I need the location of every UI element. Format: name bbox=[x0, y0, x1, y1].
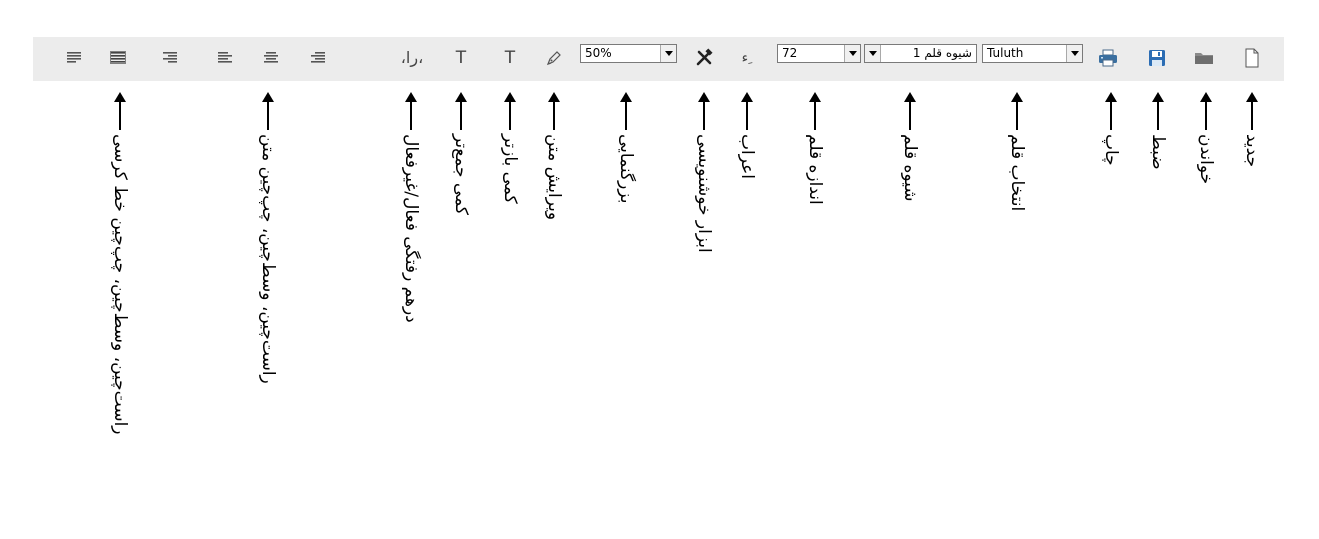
annotation-diacritics: اعراب bbox=[737, 90, 757, 179]
expand-icon: T bbox=[504, 47, 516, 68]
align-right-icon[interactable] bbox=[308, 42, 328, 74]
annotation-edit-text: ویرایش متن bbox=[544, 90, 564, 220]
compress-button[interactable]: T bbox=[450, 42, 472, 74]
compress-icon: T bbox=[455, 47, 467, 68]
annotation-label: چاپ bbox=[1101, 134, 1121, 166]
printer-icon bbox=[1099, 49, 1117, 67]
annotation-label: راست‌چین، وسط‌چین، چپ‌چین متن bbox=[258, 134, 278, 384]
annotation-calligraphy-tools: ابزار خوشنویسی bbox=[694, 90, 714, 253]
align-left-icon[interactable] bbox=[215, 42, 235, 74]
diacritics-glyph: ء ِ bbox=[741, 50, 753, 66]
annotation-label: اندازه قلم bbox=[805, 134, 825, 205]
save-icon bbox=[1149, 50, 1165, 66]
arrow-up-icon bbox=[455, 92, 467, 130]
arrow-up-icon bbox=[698, 92, 710, 130]
edit-text-button[interactable] bbox=[543, 42, 565, 74]
arrow-up-icon bbox=[262, 92, 274, 130]
annotation-size: اندازه قلم bbox=[805, 90, 825, 205]
align-justify-center-icon[interactable] bbox=[108, 42, 128, 74]
kashida-glyph: ،را، bbox=[400, 48, 424, 67]
font-select[interactable]: Tuluth bbox=[982, 44, 1083, 63]
align-justify-left-icon[interactable] bbox=[64, 42, 84, 74]
save-button[interactable] bbox=[1146, 42, 1168, 74]
annotation-print: چاپ bbox=[1101, 90, 1121, 166]
chevron-down-icon[interactable] bbox=[844, 45, 860, 62]
annotation-label: شیوه قلم bbox=[900, 134, 920, 202]
diacritics-button[interactable]: ء ِ bbox=[735, 42, 759, 74]
annotation-align-kashida: راست‌چین، وسط‌چین، چپ‌چین خط کرسی bbox=[110, 90, 130, 435]
arrow-up-icon bbox=[405, 92, 417, 130]
chevron-down-icon[interactable] bbox=[660, 45, 676, 62]
expand-button[interactable]: T bbox=[499, 42, 521, 74]
arrow-up-icon bbox=[620, 92, 632, 130]
calligraphy-tools-button[interactable] bbox=[692, 42, 716, 74]
arrow-up-icon bbox=[548, 92, 560, 130]
annotation-new: جدید bbox=[1242, 90, 1262, 167]
annotation-style: شیوه قلم bbox=[900, 90, 920, 202]
annotation-label: راست‌چین، وسط‌چین، چپ‌چین خط کرسی bbox=[110, 134, 130, 435]
annotation-kashida: درهم رفتگی فعال/غیرفعال bbox=[401, 90, 421, 323]
chevron-down-icon[interactable] bbox=[1066, 45, 1082, 62]
size-value: 72 bbox=[782, 46, 798, 60]
annotation-label: جدید bbox=[1242, 134, 1262, 168]
chevron-down-icon[interactable] bbox=[865, 45, 881, 62]
zoom-select[interactable]: 50% bbox=[580, 44, 677, 63]
zoom-value: 50% bbox=[585, 46, 612, 60]
annotation-save: ضبط bbox=[1148, 90, 1168, 170]
kashida-toggle-button[interactable]: ،را، bbox=[395, 42, 429, 74]
annotation-label: انتخاب قلم bbox=[1007, 134, 1027, 212]
annotation-label: ویرایش متن bbox=[544, 134, 564, 221]
arrow-up-icon bbox=[1105, 92, 1117, 130]
annotation-label: ضبط bbox=[1148, 134, 1168, 170]
annotation-label: ابزار خوشنویسی bbox=[694, 134, 714, 253]
folder-icon bbox=[1195, 53, 1213, 64]
new-document-icon bbox=[1245, 48, 1259, 68]
new-button[interactable] bbox=[1242, 42, 1262, 74]
arrow-up-icon bbox=[904, 92, 916, 130]
style-value: شیوه قلم 1 bbox=[912, 46, 972, 60]
annotation-label: کمی بازتر bbox=[500, 134, 520, 204]
arrow-up-icon bbox=[1011, 92, 1023, 130]
align-justify-right-icon[interactable] bbox=[160, 42, 180, 74]
annotation-label: اعراب bbox=[737, 134, 757, 179]
annotation-open: خواندن bbox=[1196, 90, 1216, 184]
annotation-label: بزرگنمایی bbox=[616, 134, 636, 204]
arrow-up-icon bbox=[1152, 92, 1164, 130]
style-select[interactable]: شیوه قلم 1 bbox=[864, 44, 977, 63]
annotation-expand: کمی بازتر bbox=[500, 90, 520, 204]
size-select[interactable]: 72 bbox=[777, 44, 861, 63]
arrow-up-icon bbox=[504, 92, 516, 130]
annotation-label: درهم رفتگی فعال/غیرفعال bbox=[401, 134, 421, 323]
arrow-up-icon bbox=[114, 92, 126, 130]
arrow-up-icon bbox=[1246, 92, 1258, 130]
annotation-zoom: بزرگنمایی bbox=[616, 90, 636, 203]
arrow-up-icon bbox=[809, 92, 821, 130]
align-center-icon[interactable] bbox=[261, 42, 281, 74]
annotation-compress: کمی جمع‌تر bbox=[451, 90, 471, 215]
font-value: Tuluth bbox=[987, 46, 1024, 60]
arrow-up-icon bbox=[741, 92, 753, 130]
arrow-up-icon bbox=[1200, 92, 1212, 130]
annotation-font: انتخاب قلم bbox=[1007, 90, 1027, 211]
annotation-label: خواندن bbox=[1196, 134, 1216, 185]
tools-icon bbox=[696, 48, 713, 66]
print-button[interactable] bbox=[1096, 42, 1120, 74]
pen-icon bbox=[546, 51, 561, 66]
annotation-align-text: راست‌چین، وسط‌چین، چپ‌چین متن bbox=[258, 90, 278, 384]
open-button[interactable] bbox=[1193, 42, 1215, 74]
annotation-label: کمی جمع‌تر bbox=[451, 134, 471, 215]
